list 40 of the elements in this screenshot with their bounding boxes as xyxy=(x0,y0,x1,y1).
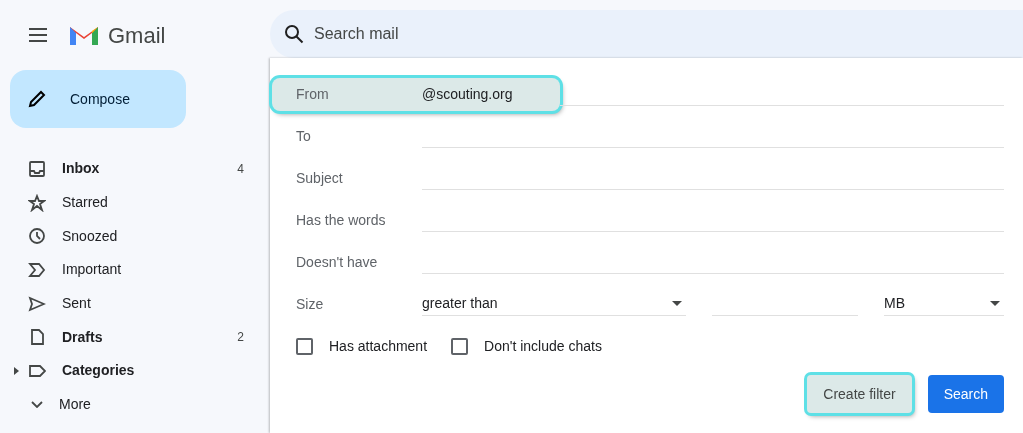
checkbox[interactable] xyxy=(451,337,469,355)
checkbox[interactable] xyxy=(296,337,313,355)
checkbox-label: Don't include chats xyxy=(484,336,602,356)
unread-count: 2 xyxy=(237,329,244,347)
create-filter-button[interactable]: Create filter xyxy=(807,375,912,413)
search-field[interactable]: Search mail xyxy=(312,21,612,47)
sidebar-item[interactable]: Starred xyxy=(0,185,270,220)
chevron-down-icon xyxy=(31,401,43,409)
dropdown-arrow-icon[interactable] xyxy=(990,301,1000,306)
sidebar-item[interactable]: Important xyxy=(0,253,270,287)
menu-icon[interactable] xyxy=(28,27,48,43)
inbox-icon xyxy=(28,159,46,178)
sidebar-item[interactable]: Inbox 4 xyxy=(0,152,270,186)
app-name: Gmail xyxy=(108,21,166,50)
sidebar-item[interactable]: Categories xyxy=(0,354,270,388)
caret-right-icon[interactable] xyxy=(14,366,19,375)
field-label: Size xyxy=(296,294,325,314)
dropdown[interactable]: greater than xyxy=(422,292,686,316)
field-label: Subject xyxy=(296,168,344,188)
field-label: Doesn't have xyxy=(296,252,379,272)
highlighted-from-field[interactable]: From @scouting.org xyxy=(272,77,561,111)
search-button[interactable]: Search xyxy=(927,375,1004,413)
important-icon xyxy=(28,260,46,279)
clock-icon xyxy=(28,227,46,246)
pencil-icon xyxy=(28,90,46,108)
search-icon[interactable] xyxy=(284,24,304,44)
compose-button[interactable]: Compose xyxy=(10,70,186,128)
sidebar-item[interactable]: More xyxy=(0,387,270,422)
unread-count: 4 xyxy=(237,160,244,178)
sidebar-item[interactable]: Drafts 2 xyxy=(0,320,270,355)
send-icon xyxy=(28,294,46,313)
checkbox-label: Has attachment xyxy=(329,336,428,356)
field-label: Has the words xyxy=(296,210,387,230)
dropdown[interactable]: MB xyxy=(884,292,1004,316)
sidebar-item[interactable]: Sent xyxy=(0,286,270,321)
document-icon xyxy=(28,328,46,347)
star-icon xyxy=(28,193,46,212)
dropdown-arrow-icon[interactable] xyxy=(672,301,682,306)
field-label: To xyxy=(296,126,312,146)
sidebar-item[interactable]: Snoozed xyxy=(0,219,270,254)
